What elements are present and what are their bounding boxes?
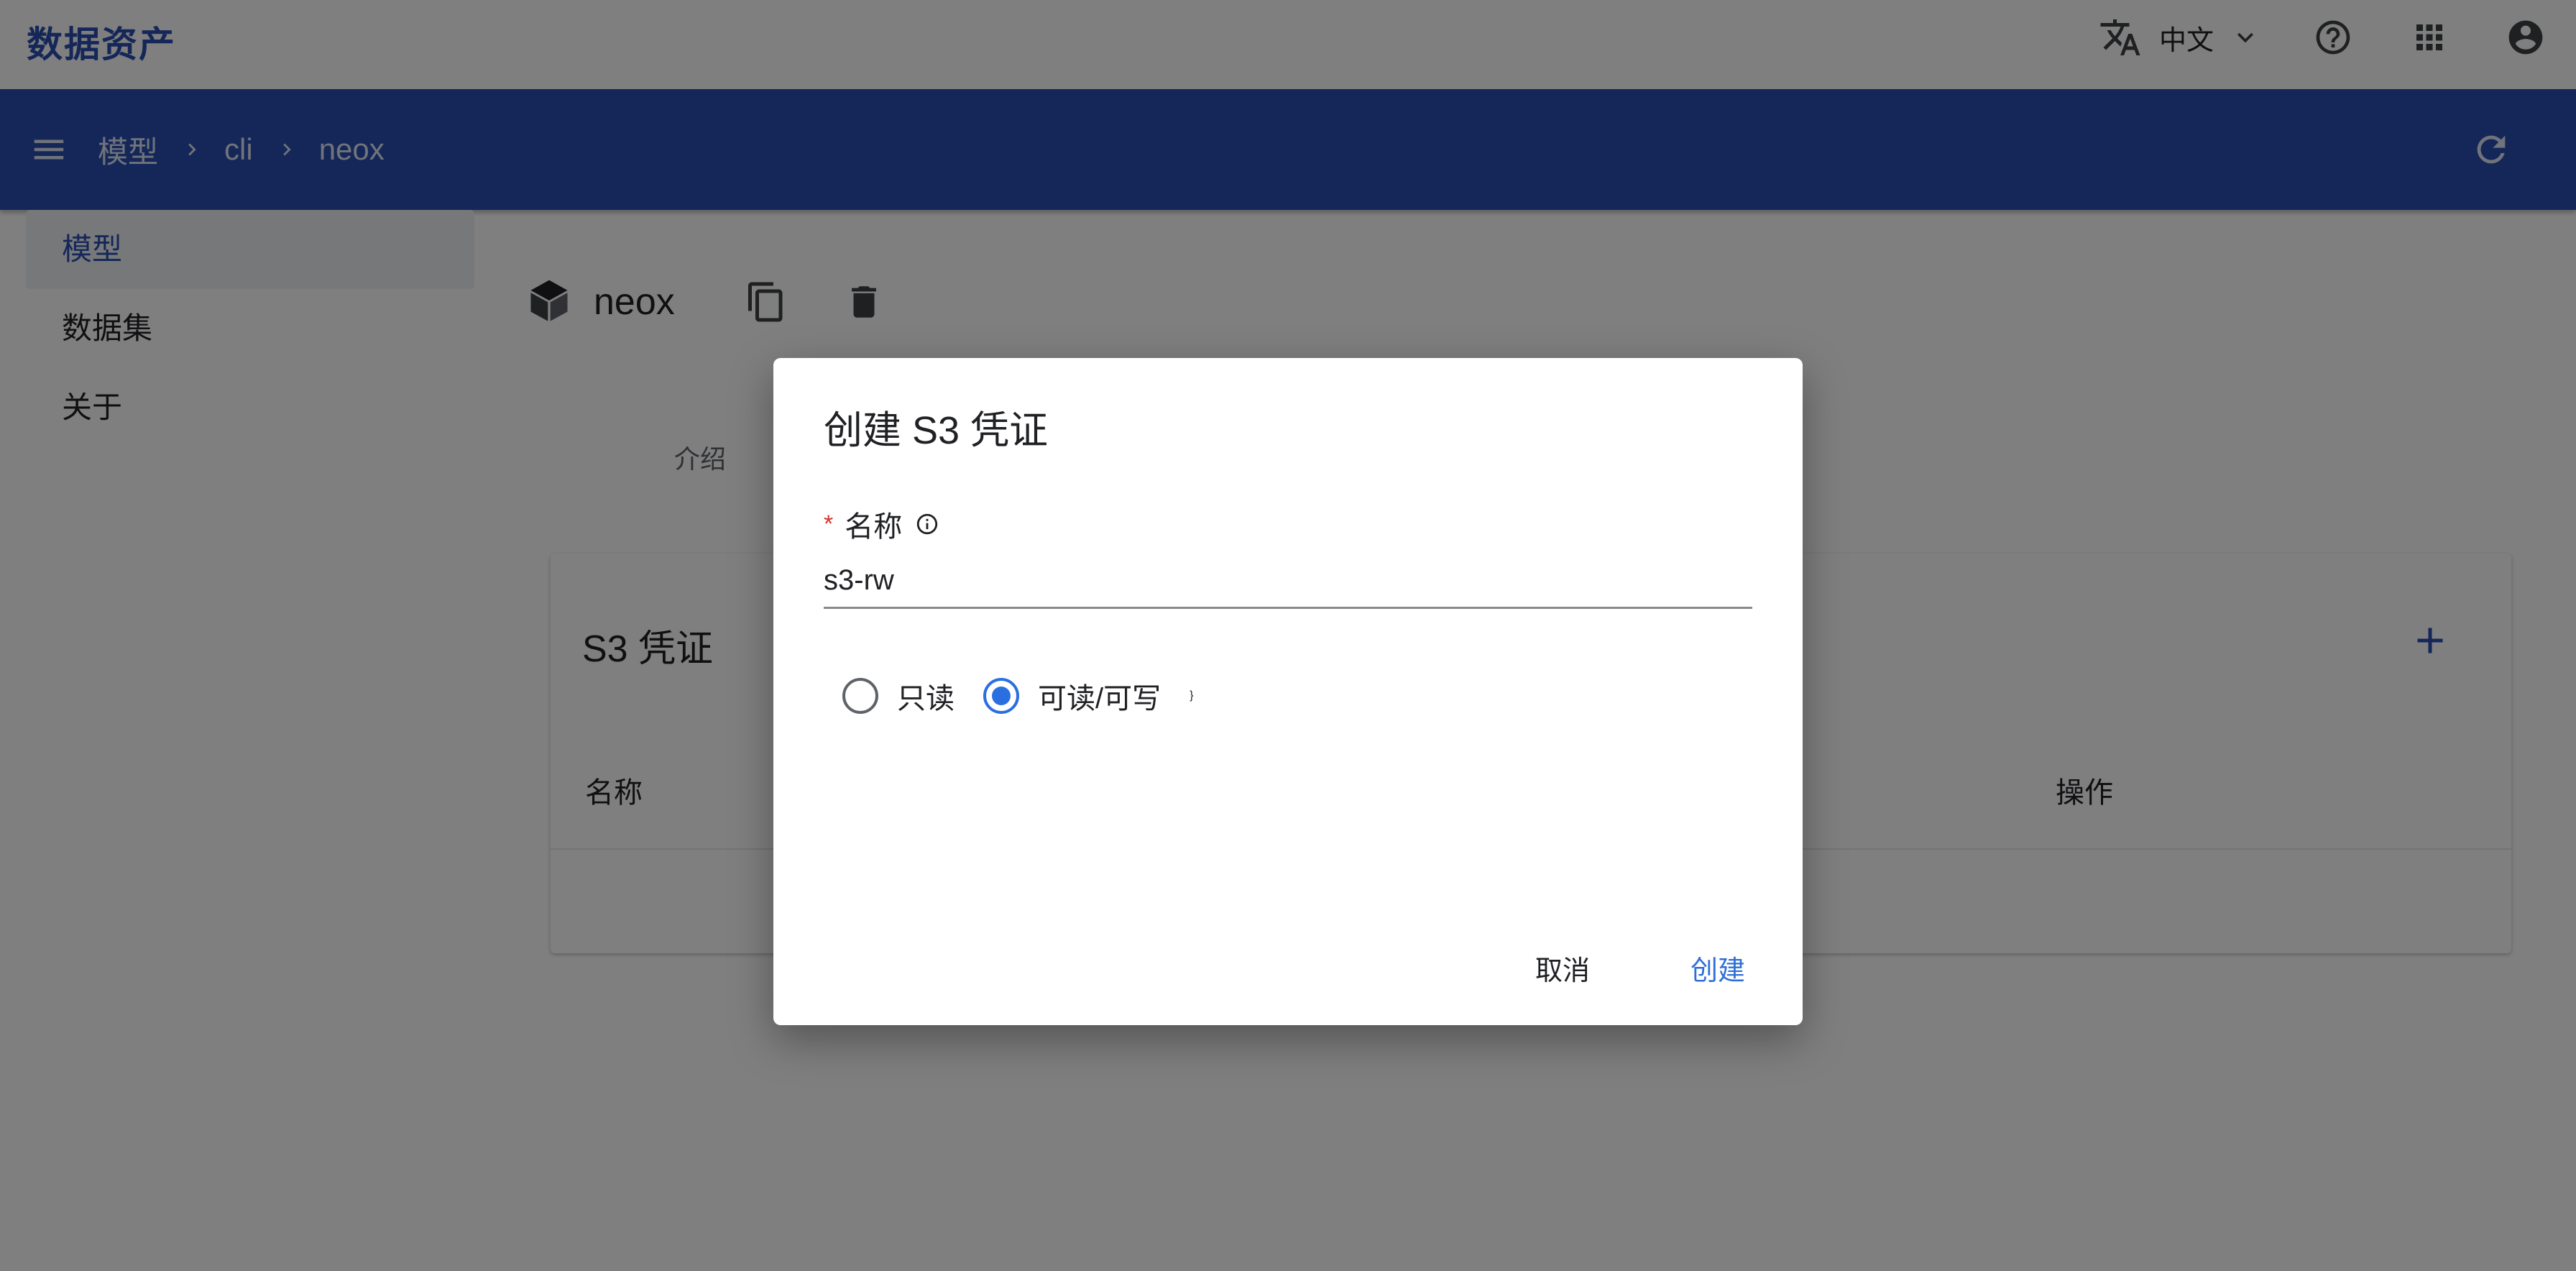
cancel-button[interactable]: 取消: [1521, 946, 1604, 996]
create-button[interactable]: 创建: [1676, 946, 1760, 996]
radio-label-read-only: 只读: [897, 683, 954, 715]
radio-option-read-write[interactable]: 可读/可写: [983, 674, 1161, 717]
radio-option-read-only[interactable]: 只读: [842, 674, 954, 717]
radio-checked-icon[interactable]: [983, 678, 1019, 714]
dialog-title: 创建 S3 凭证: [824, 409, 1049, 452]
name-field-label: * 名称: [824, 506, 939, 543]
radio-unchecked-icon[interactable]: [842, 678, 878, 714]
create-s3-credential-dialog: 创建 S3 凭证 * 名称 只读 可读/可写 } 取消 创建: [773, 358, 1803, 1025]
name-label-text: 名称: [845, 511, 903, 543]
name-input[interactable]: [824, 554, 1752, 609]
radio-dot: [992, 687, 1011, 705]
info-icon[interactable]: [915, 512, 939, 536]
radio-label-read-write: 可读/可写: [1038, 683, 1162, 715]
required-mark: *: [824, 510, 834, 538]
access-mode-radio-group: 只读 可读/可写 }: [842, 674, 1193, 717]
